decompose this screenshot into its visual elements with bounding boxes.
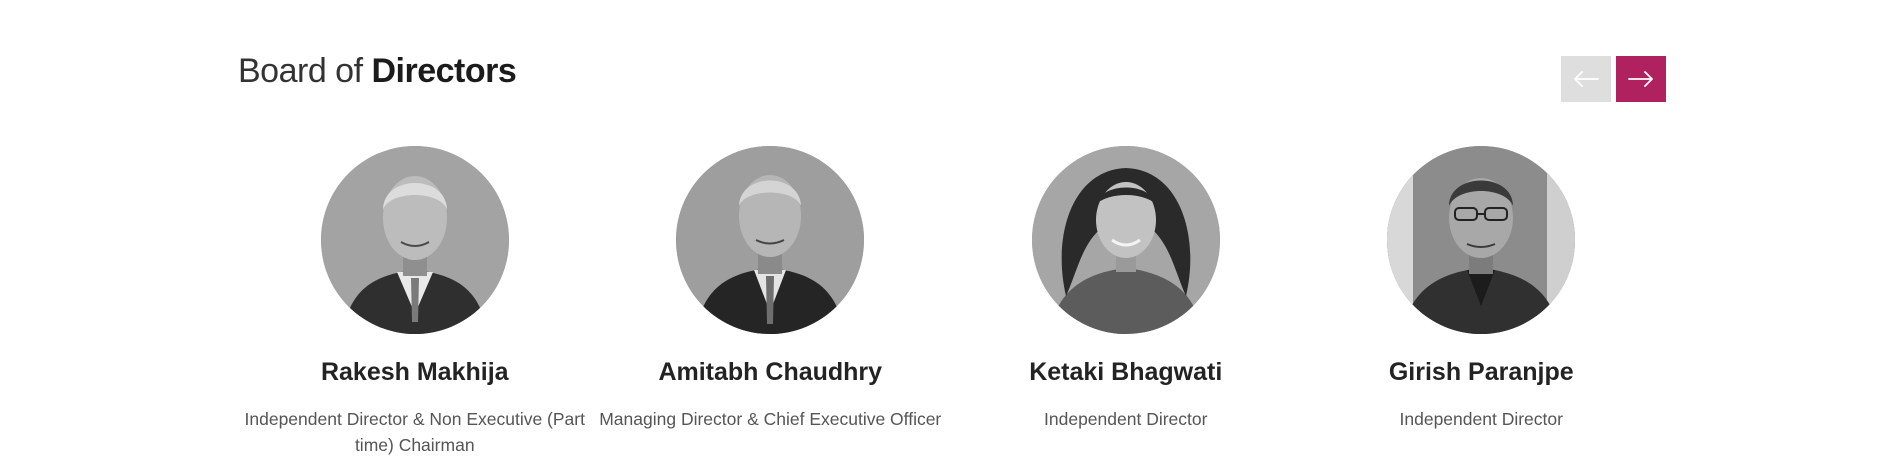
portrait-image bbox=[1387, 146, 1576, 334]
director-role: Independent Director & Non Executive (Pa… bbox=[244, 409, 585, 455]
director-name[interactable]: Girish Paranjpe bbox=[1389, 356, 1574, 388]
previous-button[interactable] bbox=[1561, 56, 1611, 102]
directors-carousel: Rakesh Makhija Independent Director & No… bbox=[237, 146, 1659, 458]
carousel-nav bbox=[1561, 56, 1666, 102]
director-role: Managing Director & Chief Executive Offi… bbox=[599, 409, 942, 429]
portrait-image bbox=[320, 146, 509, 334]
director-name[interactable]: Amitabh Chaudhry bbox=[658, 356, 882, 388]
director-role: Independent Director bbox=[1399, 409, 1563, 429]
director-name[interactable]: Rakesh Makhija bbox=[321, 356, 509, 388]
director-photo[interactable] bbox=[676, 146, 865, 334]
director-photo[interactable] bbox=[1387, 146, 1576, 334]
portrait-image bbox=[676, 146, 865, 334]
director-card[interactable]: Ketaki Bhagwati Independent Director bbox=[948, 146, 1304, 458]
director-name[interactable]: Ketaki Bhagwati bbox=[1029, 356, 1222, 388]
board-of-directors-section: Board of Directors Rakesh Makhija Indepe… bbox=[0, 0, 1897, 473]
arrow-right-icon bbox=[1628, 71, 1653, 87]
arrow-left-icon bbox=[1574, 71, 1599, 87]
director-photo[interactable] bbox=[320, 146, 509, 334]
section-title-light: Board of bbox=[238, 52, 363, 90]
next-button[interactable] bbox=[1616, 56, 1666, 102]
director-photo[interactable] bbox=[1031, 146, 1220, 334]
section-title-bold: Directors bbox=[371, 52, 517, 90]
director-card[interactable]: Rakesh Makhija Independent Director & No… bbox=[237, 146, 593, 458]
director-card[interactable]: Amitabh Chaudhry Managing Director & Chi… bbox=[593, 146, 949, 458]
director-card[interactable]: Girish Paranjpe Independent Director bbox=[1304, 146, 1660, 458]
section-title: Board of Directors bbox=[238, 48, 517, 94]
portrait-image bbox=[1031, 146, 1220, 334]
director-role: Independent Director bbox=[1044, 409, 1208, 429]
